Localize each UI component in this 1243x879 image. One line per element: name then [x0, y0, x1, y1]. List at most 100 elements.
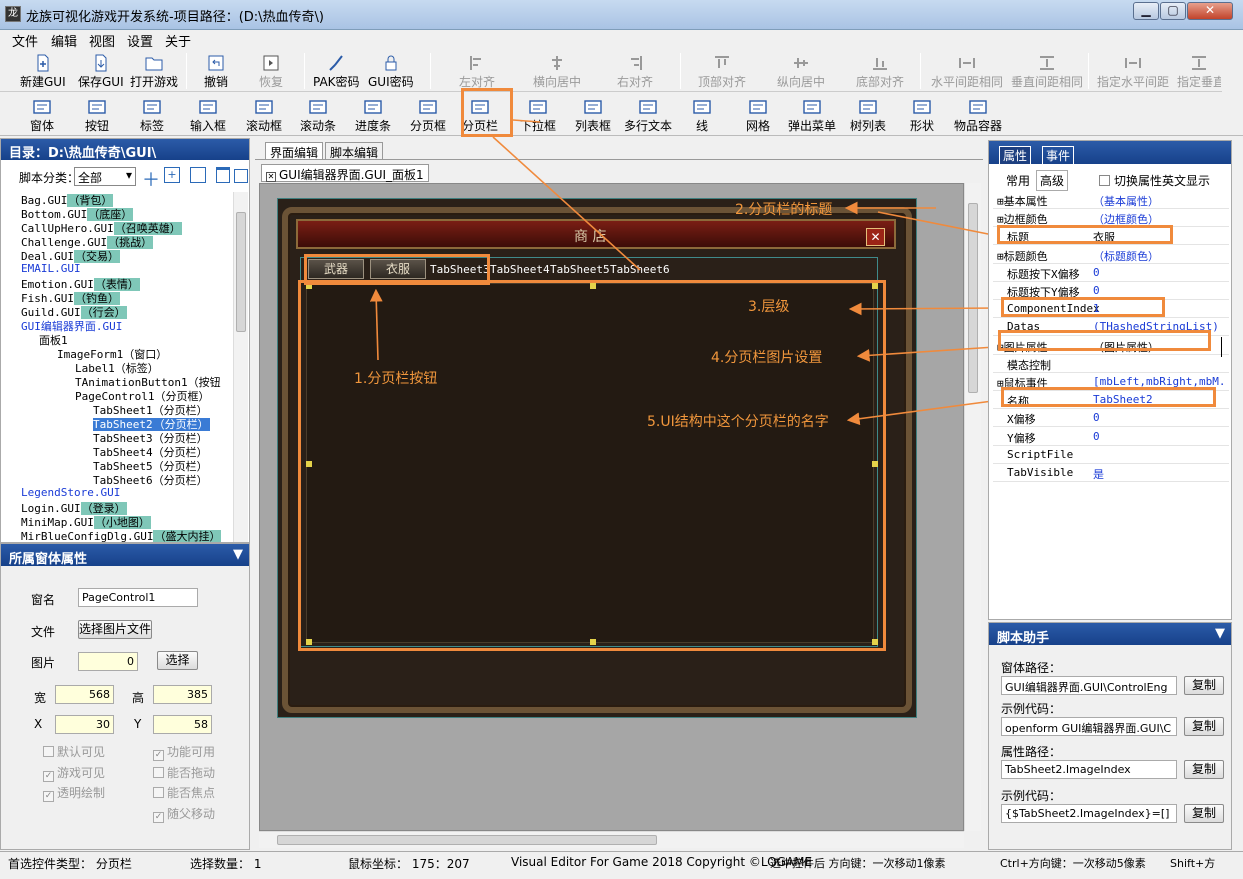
collapse-icon[interactable]: ▼ — [1215, 626, 1225, 641]
tab-sheet4-label[interactable]: TabSheet4 — [490, 263, 550, 276]
name-field[interactable]: PageControl1 — [78, 588, 198, 607]
tool-item-container-button[interactable]: 物品容器 — [954, 98, 1002, 134]
copy-sample-code-button[interactable]: 复制 — [1184, 717, 1224, 736]
collapse-icon[interactable]: ▼ — [233, 547, 243, 562]
pak-password-button[interactable]: PAK密码 — [313, 54, 360, 90]
y-field[interactable]: 58 — [153, 715, 212, 734]
add-file-icon[interactable]: + — [164, 167, 180, 183]
align-right-button[interactable]: 右对齐 — [617, 54, 653, 90]
tool-dropdown-button[interactable]: 下拉框 — [520, 98, 556, 134]
close-tab-icon[interactable]: ✕ — [266, 172, 276, 182]
menu-view[interactable]: 视图 — [89, 31, 115, 50]
tool-scroll-box-button[interactable]: 滚动框 — [246, 98, 282, 134]
copy-property-path-button[interactable]: 复制 — [1184, 760, 1224, 779]
subtab-common[interactable]: 常用 — [1006, 172, 1030, 189]
image-index-field[interactable]: 0 — [78, 652, 138, 671]
gui-password-button[interactable]: GUI密码 — [368, 54, 414, 90]
canvas-hscrollbar[interactable] — [259, 831, 964, 848]
tab-script-edit[interactable]: 脚本编辑 — [325, 142, 384, 160]
align-left-button[interactable]: 左对齐 — [459, 54, 495, 90]
vspace-equal-button[interactable]: 垂直间距相同 — [1011, 54, 1083, 90]
select-image-file-button[interactable]: 选择图片文件 — [78, 620, 152, 639]
tree-scrollbar[interactable] — [233, 192, 248, 542]
hspace-equal-button[interactable]: 水平间距相同 — [931, 54, 1003, 90]
form-path-field[interactable]: GUI编辑器界面.GUI\ControlEng — [1001, 676, 1177, 695]
game-visible-checkbox[interactable]: ✓ 游戏可见 — [43, 764, 105, 782]
align-vcenter-button[interactable]: 纵向居中 — [777, 54, 825, 90]
tab-properties[interactable]: 属性 — [999, 146, 1032, 165]
tree-item[interactable]: GUI编辑器界面.GUI — [21, 318, 122, 334]
tool-listbox-button[interactable]: 列表框 — [575, 98, 611, 134]
minimize-button[interactable]: ▁ — [1133, 2, 1159, 20]
align-bottom-button[interactable]: 底部对齐 — [856, 54, 904, 90]
set-vspace-button[interactable]: 指定垂直 — [1177, 54, 1221, 90]
maximize-button[interactable]: ▢ — [1160, 2, 1186, 20]
doc-tab[interactable]: ✕ GUI编辑器界面.GUI_面板1 — [261, 164, 429, 182]
new-gui-button[interactable]: 新建GUI — [20, 54, 66, 90]
height-field[interactable]: 385 — [153, 685, 212, 704]
tool-page-control-button[interactable]: 分页框 — [410, 98, 446, 134]
property-row[interactable]: ⊞基本属性 （基本属性） — [993, 191, 1229, 209]
tree-item[interactable]: EMAIL.GUI — [21, 262, 81, 275]
tool-label-button[interactable]: 标签 — [140, 98, 164, 134]
menu-settings[interactable]: 设置 — [127, 31, 153, 50]
draggable-checkbox[interactable]: 能否拖动 — [153, 764, 215, 781]
tab-sheet5-label[interactable]: TabSheet5 — [550, 263, 610, 276]
align-hcenter-button[interactable]: 横向居中 — [533, 54, 581, 90]
set-hspace-button[interactable]: 指定水平间距 — [1097, 54, 1169, 90]
property-row[interactable]: 模态控制 — [993, 355, 1229, 373]
align-top-button[interactable]: 顶部对齐 — [698, 54, 746, 90]
canvas-vscrollbar[interactable] — [964, 183, 981, 831]
save-gui-button[interactable]: 保存GUI — [78, 54, 124, 90]
tool-shape-button[interactable]: 形状 — [910, 98, 934, 134]
transparent-checkbox[interactable]: ✓ 透明绘制 — [43, 784, 105, 802]
redo-button[interactable]: 恢复 — [259, 54, 283, 90]
tool-memo-button[interactable]: 多行文本 — [624, 98, 672, 134]
tree-item[interactable]: MirBlueConfigDlg.GUI（盛大内挂） — [21, 528, 222, 542]
tool-button-button[interactable]: 按钮 — [85, 98, 109, 134]
tab-sheet6-label[interactable]: TabSheet6 — [610, 263, 670, 276]
enabled-checkbox[interactable]: ✓ 功能可用 — [153, 743, 215, 761]
grid-icon[interactable] — [234, 169, 248, 183]
undo-button[interactable]: 撤销 — [204, 54, 228, 90]
tool-scrollbar-button[interactable]: 滚动条 — [300, 98, 336, 134]
property-row[interactable]: ⊞标题颜色 （标题颜色） — [993, 246, 1229, 264]
property-path-field[interactable]: TabSheet2.ImageIndex — [1001, 760, 1177, 779]
copy-sample-code2-button[interactable]: 复制 — [1184, 804, 1224, 823]
tool-progress-button[interactable]: 进度条 — [355, 98, 391, 134]
property-row[interactable]: ScriptFile — [993, 446, 1229, 464]
property-row[interactable]: TabVisible 是 — [993, 464, 1229, 482]
property-row[interactable]: X偏移 0 — [993, 409, 1229, 428]
open-game-button[interactable]: 打开游戏 — [130, 54, 178, 90]
menu-file[interactable]: 文件 — [12, 31, 38, 50]
tab-events[interactable]: 事件 — [1042, 146, 1075, 165]
x-field[interactable]: 30 — [55, 715, 114, 734]
category-select[interactable]: 全部 ▾ — [74, 167, 136, 186]
tool-line-button[interactable]: 线 — [692, 98, 712, 134]
sample-code-field[interactable]: openform GUI编辑器界面.GUI\C — [1001, 717, 1177, 736]
sample-code2-field[interactable]: {$TabSheet2.ImageIndex}=[] — [1001, 804, 1177, 823]
copy-form-path-button[interactable]: 复制 — [1184, 676, 1224, 695]
add-icon[interactable]: ＋ — [142, 166, 160, 192]
tab-ui-edit[interactable]: 界面编辑 — [265, 142, 324, 160]
property-row[interactable]: 标题按下X偏移 0 — [993, 264, 1229, 282]
default-visible-checkbox[interactable]: 默认可见 — [43, 743, 105, 760]
tool-grid-button[interactable]: 网格 — [746, 98, 770, 134]
follow-parent-checkbox[interactable]: ✓ 随父移动 — [153, 805, 215, 823]
focusable-checkbox[interactable]: 能否焦点 — [153, 784, 215, 801]
property-row[interactable]: Y偏移 0 — [993, 428, 1229, 446]
close-button[interactable]: ✕ — [1187, 2, 1233, 20]
width-field[interactable]: 568 — [55, 685, 114, 704]
tree-item[interactable]: LegendStore.GUI — [21, 486, 120, 499]
toggle-english-checkbox[interactable]: 切换属性英文显示 — [1099, 172, 1210, 189]
menu-about[interactable]: 关于 — [165, 31, 191, 50]
subtab-advanced[interactable]: 高级 — [1036, 170, 1069, 191]
shop-close-button[interactable]: ✕ — [866, 228, 885, 246]
tool-popup-menu-button[interactable]: 弹出菜单 — [788, 98, 836, 134]
delete-icon[interactable] — [216, 167, 230, 183]
tool-form-button[interactable]: 窗体 — [30, 98, 54, 134]
tool-tree-list-button[interactable]: 树列表 — [850, 98, 886, 134]
tool-input-button[interactable]: 输入框 — [190, 98, 226, 134]
menu-edit[interactable]: 编辑 — [51, 31, 77, 50]
select-button[interactable]: 选择 — [157, 651, 198, 670]
